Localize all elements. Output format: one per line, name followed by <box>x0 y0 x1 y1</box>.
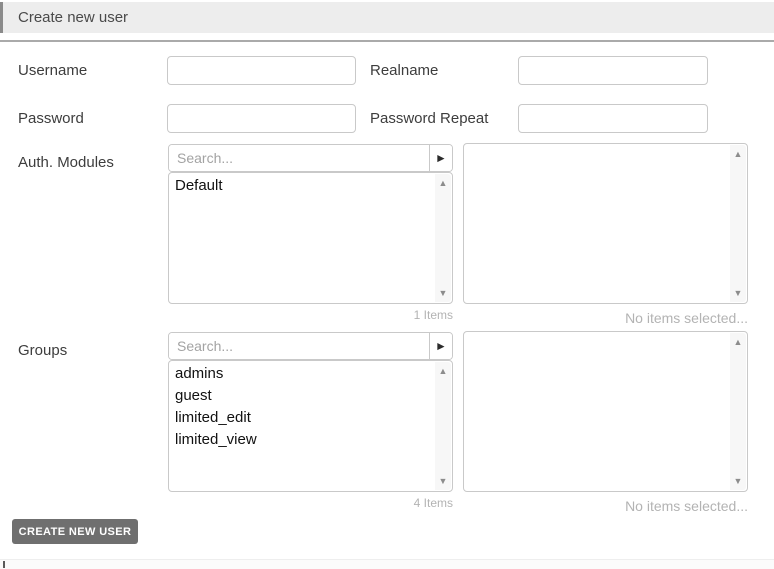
groups-selected-scrollbar[interactable]: ▲ ▼ <box>730 333 746 490</box>
auth-modules-empty-note: No items selected... <box>625 310 748 326</box>
auth-modules-items: Default <box>169 173 435 303</box>
username-label: Username <box>18 62 88 79</box>
auth-modules-available-list[interactable]: Default ▲ ▼ <box>168 172 453 304</box>
scroll-down-icon[interactable]: ▼ <box>435 474 451 488</box>
scroll-up-icon[interactable]: ▲ <box>435 364 451 378</box>
auth-modules-selected-scrollbar[interactable]: ▲ ▼ <box>730 145 746 302</box>
list-item[interactable]: admins <box>169 363 435 385</box>
realname-label: Realname <box>370 62 439 79</box>
auth-modules-add-button[interactable]: ► <box>429 145 452 171</box>
password-repeat-label: Password Repeat <box>370 110 489 127</box>
groups-label: Groups <box>18 342 68 359</box>
auth-modules-selected-list[interactable]: ▲ ▼ <box>463 143 748 304</box>
create-new-user-panel: Create new user Username Realname Passwo… <box>0 0 774 569</box>
groups-search: ► <box>168 332 453 360</box>
scroll-down-icon[interactable]: ▼ <box>730 286 746 300</box>
auth-modules-scrollbar[interactable]: ▲ ▼ <box>435 174 451 302</box>
realname-field[interactable] <box>518 56 708 85</box>
auth-modules-search-input[interactable] <box>169 145 429 171</box>
list-item[interactable]: guest <box>169 385 435 407</box>
password-repeat-field[interactable] <box>518 104 708 133</box>
list-item[interactable]: limited_view <box>169 429 435 451</box>
groups-items: admins guest limited_edit limited_view <box>169 361 435 491</box>
list-item[interactable]: Default <box>169 175 435 197</box>
groups-add-button[interactable]: ► <box>429 333 452 359</box>
header-divider <box>0 40 774 42</box>
list-item[interactable]: limited_edit <box>169 407 435 429</box>
auth-modules-label: Auth. Modules <box>18 154 114 171</box>
auth-modules-search: ► <box>168 144 453 172</box>
add-arrow-icon: ► <box>435 151 447 165</box>
groups-selected-list[interactable]: ▲ ▼ <box>463 331 748 492</box>
scroll-down-icon[interactable]: ▼ <box>435 286 451 300</box>
auth-modules-count: 1 Items <box>413 308 453 322</box>
groups-count: 4 Items <box>413 496 453 510</box>
create-new-user-button[interactable]: CREATE NEW USER <box>12 519 138 544</box>
groups-available-list[interactable]: admins guest limited_edit limited_view ▲ ▼ <box>168 360 453 492</box>
page-title: Create new user <box>18 9 129 26</box>
corner-mark <box>3 561 5 568</box>
groups-selected-items <box>464 332 730 491</box>
groups-empty-note: No items selected... <box>625 498 748 514</box>
bottom-strip <box>0 559 774 569</box>
scroll-up-icon[interactable]: ▲ <box>730 147 746 161</box>
password-label: Password <box>18 110 84 127</box>
password-field[interactable] <box>167 104 356 133</box>
username-field[interactable] <box>167 56 356 85</box>
scroll-up-icon[interactable]: ▲ <box>730 335 746 349</box>
scroll-up-icon[interactable]: ▲ <box>435 176 451 190</box>
panel-header: Create new user <box>0 2 774 33</box>
auth-modules-selected-items <box>464 144 730 303</box>
scroll-down-icon[interactable]: ▼ <box>730 474 746 488</box>
add-arrow-icon: ► <box>435 339 447 353</box>
groups-scrollbar[interactable]: ▲ ▼ <box>435 362 451 490</box>
groups-search-input[interactable] <box>169 333 429 359</box>
